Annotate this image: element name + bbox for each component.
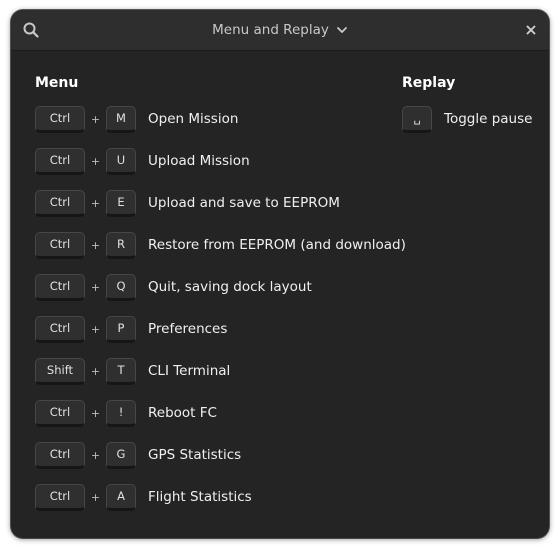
modifier-key: Ctrl bbox=[35, 483, 85, 511]
shortcut-row: Ctrl + M Open Mission bbox=[35, 104, 238, 134]
title-dropdown[interactable]: Menu and Replay bbox=[11, 10, 549, 50]
shortcut-row: Ctrl + Q Quit, saving dock layout bbox=[35, 272, 312, 302]
header-bar: Menu and Replay bbox=[11, 10, 549, 51]
plus-sign: + bbox=[90, 364, 101, 378]
plus-sign: + bbox=[90, 112, 101, 126]
key-cap: T bbox=[106, 357, 136, 385]
shortcut-description: GPS Statistics bbox=[148, 447, 242, 463]
plus-sign: + bbox=[90, 448, 101, 462]
shortcut-row: Ctrl + U Upload Mission bbox=[35, 146, 250, 176]
shortcuts-window: Menu and Replay Menu Ctrl + M Open Missi… bbox=[11, 10, 549, 538]
shortcut-description: Preferences bbox=[148, 321, 228, 337]
shortcut-description: Flight Statistics bbox=[148, 489, 252, 505]
key-cap: ! bbox=[106, 399, 136, 427]
key-cap: A bbox=[106, 483, 136, 511]
key-cap: E bbox=[106, 189, 136, 217]
shortcut-row: Ctrl + ! Reboot FC bbox=[35, 398, 217, 428]
shortcut-description: Reboot FC bbox=[148, 405, 217, 421]
plus-sign: + bbox=[90, 154, 101, 168]
shortcut-description: Toggle pause bbox=[444, 111, 533, 127]
shortcut-description: Upload Mission bbox=[148, 153, 250, 169]
modifier-key: Ctrl bbox=[35, 231, 85, 259]
plus-sign: + bbox=[90, 280, 101, 294]
modifier-key: Ctrl bbox=[35, 273, 85, 301]
plus-sign: + bbox=[90, 406, 101, 420]
modifier-key: Ctrl bbox=[35, 399, 85, 427]
plus-sign: + bbox=[90, 238, 101, 252]
key-cap: P bbox=[106, 315, 136, 343]
modifier-key: Ctrl bbox=[35, 441, 85, 469]
modifier-key: Shift bbox=[35, 357, 85, 385]
space-key-cap: ␣ bbox=[402, 105, 432, 133]
close-button[interactable] bbox=[523, 22, 539, 38]
replay-section-title: Replay bbox=[402, 75, 456, 91]
key-cap: Q bbox=[106, 273, 136, 301]
modifier-key: Ctrl bbox=[35, 189, 85, 217]
shortcut-row: Ctrl + P Preferences bbox=[35, 314, 227, 344]
shortcut-row: Shift + T CLI Terminal bbox=[35, 356, 230, 386]
window-title: Menu and Replay bbox=[212, 22, 329, 38]
shortcut-description: CLI Terminal bbox=[148, 363, 231, 379]
shortcut-description: Quit, saving dock layout bbox=[148, 279, 312, 295]
modifier-key: Ctrl bbox=[35, 315, 85, 343]
shortcut-description: Upload and save to EEPROM bbox=[148, 195, 340, 211]
shortcut-row: Ctrl + R Restore from EEPROM (and downlo… bbox=[35, 230, 406, 260]
shortcut-row: Ctrl + E Upload and save to EEPROM bbox=[35, 188, 340, 218]
chevron-down-icon bbox=[336, 21, 348, 40]
plus-sign: + bbox=[90, 490, 101, 504]
shortcut-row: Ctrl + A Flight Statistics bbox=[35, 482, 252, 512]
shortcut-row: ␣ Toggle pause bbox=[402, 104, 532, 134]
shortcut-row: Ctrl + G GPS Statistics bbox=[35, 440, 241, 470]
plus-sign: + bbox=[90, 196, 101, 210]
shortcut-description: Restore from EEPROM (and download) bbox=[148, 237, 406, 253]
key-cap: G bbox=[106, 441, 136, 469]
key-cap: R bbox=[106, 231, 136, 259]
key-cap: U bbox=[106, 147, 136, 175]
menu-section-title: Menu bbox=[35, 75, 79, 91]
plus-sign: + bbox=[90, 322, 101, 336]
key-cap: M bbox=[106, 105, 136, 133]
modifier-key: Ctrl bbox=[35, 105, 85, 133]
close-icon bbox=[525, 21, 537, 40]
shortcut-description: Open Mission bbox=[148, 111, 239, 127]
modifier-key: Ctrl bbox=[35, 147, 85, 175]
